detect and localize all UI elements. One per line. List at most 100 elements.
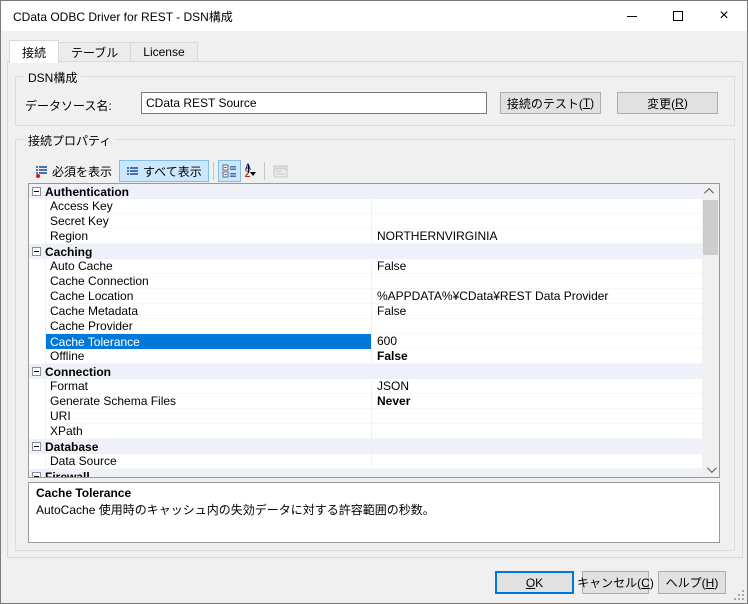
button-mnemonic: T bbox=[583, 96, 590, 110]
scroll-up-button[interactable] bbox=[702, 184, 719, 199]
categorized-view-button[interactable] bbox=[218, 160, 241, 182]
property-description-panel: Cache Tolerance AutoCache 使用時のキャッシュ内の失効デ… bbox=[28, 482, 720, 543]
property-name[interactable]: Auto Cache bbox=[46, 259, 372, 274]
category-row-caching[interactable]: Caching bbox=[29, 244, 702, 259]
collapse-icon[interactable] bbox=[32, 247, 41, 256]
tab-license[interactable]: License bbox=[131, 42, 197, 62]
chevron-down-icon bbox=[707, 463, 717, 473]
property-row-data-source[interactable]: Data Source bbox=[29, 454, 702, 469]
property-name[interactable]: Offline bbox=[46, 349, 372, 364]
property-grid-rows: Authentication Access Key Secret Key Reg… bbox=[29, 184, 702, 478]
datasource-name-label: データソース名: bbox=[25, 97, 112, 114]
property-row-cache-location[interactable]: Cache Location %APPDATA%¥CData¥REST Data… bbox=[29, 289, 702, 304]
property-name[interactable]: Data Source bbox=[46, 454, 372, 469]
category-row-authentication[interactable]: Authentication bbox=[29, 184, 702, 199]
category-row-connection[interactable]: Connection bbox=[29, 364, 702, 379]
property-row-offline[interactable]: Offline False bbox=[29, 349, 702, 364]
property-name[interactable]: Access Key bbox=[46, 199, 372, 214]
property-value[interactable]: False bbox=[372, 259, 702, 274]
scroll-down-button[interactable] bbox=[702, 462, 719, 477]
property-name[interactable]: Cache Provider bbox=[46, 319, 372, 334]
category-label: Connection bbox=[41, 365, 111, 379]
row-indent bbox=[29, 349, 46, 364]
property-value[interactable]: False bbox=[372, 304, 702, 319]
collapse-icon[interactable] bbox=[32, 442, 41, 451]
button-label: キャンセル( bbox=[577, 574, 641, 591]
property-value[interactable] bbox=[372, 424, 702, 439]
property-name[interactable]: Cache Metadata bbox=[46, 304, 372, 319]
minimize-icon bbox=[627, 16, 637, 17]
property-value[interactable]: JSON bbox=[372, 379, 702, 394]
description-text: AutoCache 使用時のキャッシュ内の失効データに対する許容範囲の秒数。 bbox=[36, 501, 712, 518]
alphabetical-sort-button[interactable]: AZ bbox=[241, 160, 261, 182]
button-mnemonic: H bbox=[706, 576, 715, 590]
show-all-button[interactable]: すべて表示 bbox=[119, 160, 209, 182]
property-row-cache-connection[interactable]: Cache Connection bbox=[29, 274, 702, 289]
row-indent bbox=[29, 259, 46, 274]
property-row-access-key[interactable]: Access Key bbox=[29, 199, 702, 214]
property-value[interactable] bbox=[372, 409, 702, 424]
description-title: Cache Tolerance bbox=[36, 486, 712, 500]
property-value[interactable] bbox=[372, 274, 702, 289]
property-value[interactable] bbox=[372, 319, 702, 334]
property-name[interactable]: Format bbox=[46, 379, 372, 394]
property-name[interactable]: URI bbox=[46, 409, 372, 424]
property-value[interactable] bbox=[372, 214, 702, 229]
change-button[interactable]: 変更(R) bbox=[617, 92, 718, 114]
property-row-cache-tolerance-selected[interactable]: Cache Tolerance 600 bbox=[29, 334, 702, 349]
property-row-auto-cache[interactable]: Auto Cache False bbox=[29, 259, 702, 274]
maximize-button[interactable] bbox=[655, 1, 701, 31]
categorized-icon bbox=[222, 164, 237, 179]
property-value[interactable]: 600 bbox=[372, 334, 702, 349]
property-row-cache-provider[interactable]: Cache Provider bbox=[29, 319, 702, 334]
property-value[interactable] bbox=[372, 199, 702, 214]
property-pages-button bbox=[269, 160, 292, 182]
property-row-xpath[interactable]: XPath bbox=[29, 424, 702, 439]
property-name[interactable]: Region bbox=[46, 229, 372, 244]
help-button[interactable]: ヘルプ(H) bbox=[658, 571, 726, 594]
property-value[interactable]: %APPDATA%¥CData¥REST Data Provider bbox=[372, 289, 702, 304]
property-row-uri[interactable]: URI bbox=[29, 409, 702, 424]
show-required-button[interactable]: 必須を表示 bbox=[28, 160, 119, 182]
property-row-cache-metadata[interactable]: Cache Metadata False bbox=[29, 304, 702, 319]
scrollbar-thumb[interactable] bbox=[703, 200, 718, 255]
resize-grip[interactable] bbox=[732, 588, 744, 600]
test-connection-button[interactable]: 接続のテスト(T) bbox=[500, 92, 601, 114]
vertical-scrollbar[interactable] bbox=[702, 184, 719, 477]
property-grid-toolbar: 必須を表示 すべて表示 AZ bbox=[28, 160, 720, 182]
property-name[interactable]: Generate Schema Files bbox=[46, 394, 372, 409]
property-row-generate-schema-files[interactable]: Generate Schema Files Never bbox=[29, 394, 702, 409]
collapse-icon[interactable] bbox=[32, 367, 41, 376]
minimize-button[interactable] bbox=[609, 1, 655, 31]
property-name[interactable]: Cache Tolerance bbox=[46, 334, 372, 349]
property-name[interactable]: XPath bbox=[46, 424, 372, 439]
property-value[interactable]: NORTHERNVIRGINIA bbox=[372, 229, 702, 244]
row-indent bbox=[29, 334, 46, 349]
property-row-region[interactable]: Region NORTHERNVIRGINIA bbox=[29, 229, 702, 244]
tab-label: テーブル bbox=[71, 44, 118, 61]
close-button[interactable]: × bbox=[701, 1, 747, 31]
category-row-database[interactable]: Database bbox=[29, 439, 702, 454]
category-row-firewall[interactable]: Firewall bbox=[29, 469, 702, 478]
cancel-button[interactable]: キャンセル(C) bbox=[582, 571, 649, 594]
titlebar[interactable]: CData ODBC Driver for REST - DSN構成 × bbox=[1, 1, 747, 31]
row-indent bbox=[29, 424, 46, 439]
property-row-format[interactable]: Format JSON bbox=[29, 379, 702, 394]
collapse-icon[interactable] bbox=[32, 187, 41, 196]
property-value[interactable]: False bbox=[372, 349, 702, 364]
tab-table[interactable]: テーブル bbox=[59, 42, 131, 62]
chevron-up-icon bbox=[704, 188, 714, 198]
property-value[interactable] bbox=[372, 454, 702, 469]
datasource-name-input[interactable] bbox=[141, 92, 487, 114]
ok-button[interactable]: OK bbox=[495, 571, 574, 594]
property-row-secret-key[interactable]: Secret Key bbox=[29, 214, 702, 229]
tab-connection[interactable]: 接続 bbox=[9, 40, 59, 63]
property-name[interactable]: Cache Location bbox=[46, 289, 372, 304]
property-name[interactable]: Cache Connection bbox=[46, 274, 372, 289]
property-grid: Authentication Access Key Secret Key Reg… bbox=[28, 183, 720, 478]
property-name[interactable]: Secret Key bbox=[46, 214, 372, 229]
collapse-icon[interactable] bbox=[32, 472, 41, 478]
required-list-icon bbox=[35, 165, 48, 178]
row-indent bbox=[29, 409, 46, 424]
property-value[interactable]: Never bbox=[372, 394, 702, 409]
